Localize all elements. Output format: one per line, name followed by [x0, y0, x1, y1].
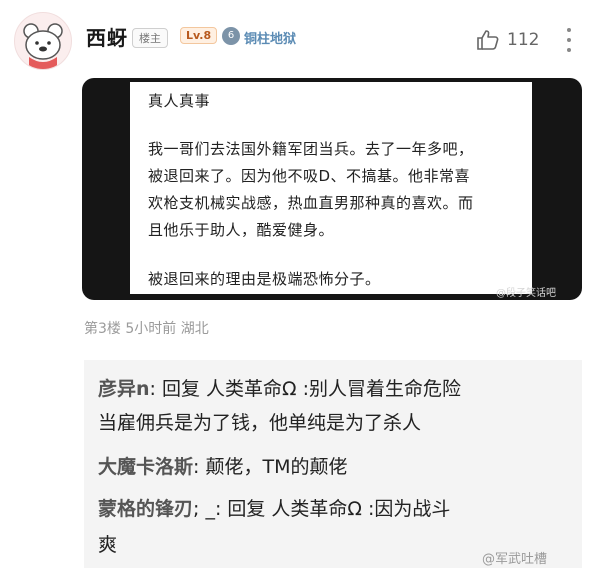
image-text-line: 且他乐于助人，酷爱健身。 [148, 221, 335, 239]
reply-item[interactable]: 彦异n: 回复 人类革命Ω :别人冒着生命危险 [98, 374, 461, 401]
reply-list: 彦异n: 回复 人类革命Ω :别人冒着生命危险 当雇佣兵是为了钱，他单纯是为了杀… [84, 360, 582, 568]
image-text-panel: 真人真事 我一哥们去法国外籍军团当兵。去了一年多吧， 被退回来了。因为他不吸D、… [130, 82, 532, 294]
image-text-line: 欢枪支机械实战感，热血直男那种真的喜欢。而 [148, 194, 474, 212]
reply-item[interactable]: 大魔卡洛斯: 颠佬，TM的颠佬 [98, 452, 347, 479]
reply-text: : 回复 人类革命Ω :别人冒着生命危险 [149, 378, 461, 400]
image-watermark: @段子笑话吧 [496, 288, 556, 299]
more-icon[interactable] [564, 26, 574, 54]
owner-tag: 楼主 [132, 28, 168, 48]
reply-author[interactable]: 彦异n [98, 378, 150, 400]
reply-item[interactable]: 蒙格的锋刃; _: 回复 人类革命Ω :因为战斗 [98, 494, 450, 521]
avatar[interactable] [14, 12, 72, 70]
reply-author[interactable]: 蒙格的锋刃 [98, 498, 193, 520]
badge-title[interactable]: 铜柱地狱 [244, 28, 296, 47]
thumbs-up-icon[interactable] [476, 28, 500, 52]
image-text-line: 真人真事 [148, 92, 211, 110]
reply-text: : 颠佬，TM的颠佬 [193, 456, 348, 478]
image-text-line: 我一哥们去法国外籍军团当兵。去了一年多吧， [148, 140, 474, 158]
reply-text: ; _: 回复 人类革命Ω :因为战斗 [193, 498, 451, 520]
badge-number: 6 [222, 27, 240, 45]
reply-text-continued: 爽 [98, 534, 118, 556]
reply-author[interactable]: 大魔卡洛斯 [98, 456, 193, 478]
image-text-line: 被退回来了。因为他不吸D、不搞基。他非常喜 [148, 167, 471, 185]
footer-watermark: @军武吐槽 [482, 552, 548, 567]
like-count: 112 [507, 30, 540, 50]
username[interactable]: 西蚜 [86, 22, 128, 51]
bear-avatar-icon [23, 23, 63, 69]
post-meta: 第3楼 5小时前 湖北 [84, 321, 209, 337]
reply-text-continued: 当雇佣兵是为了钱，他单纯是为了杀人 [98, 412, 422, 434]
image-text-line: 被退回来的理由是极端恐怖分子。 [148, 270, 381, 288]
level-badge: Lv.8 [180, 27, 218, 44]
